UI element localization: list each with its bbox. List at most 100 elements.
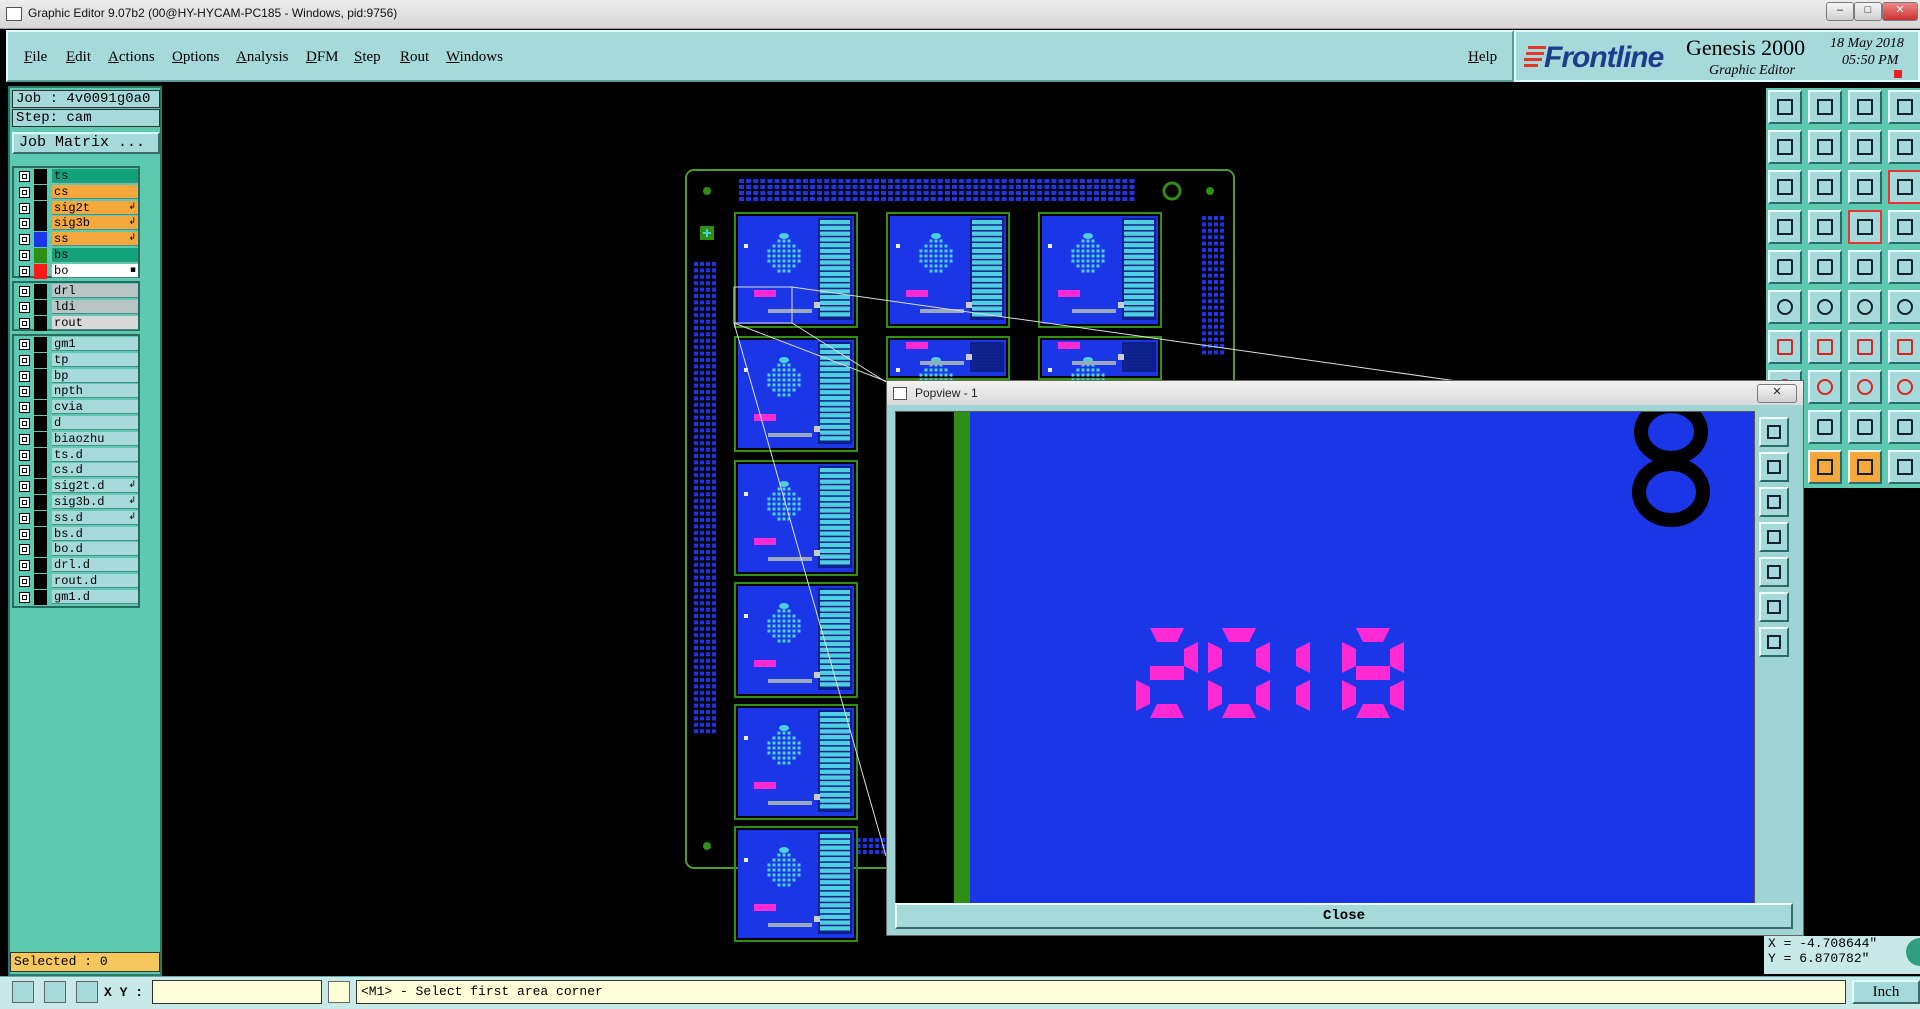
tool-button-icon[interactable] xyxy=(1768,250,1802,284)
layer-checkbox[interactable] xyxy=(19,266,30,277)
layer-checkbox[interactable] xyxy=(19,576,30,587)
tool-button-icon[interactable] xyxy=(1848,250,1882,284)
layer-row-ts[interactable]: ts xyxy=(14,169,138,184)
tool-button-icon[interactable] xyxy=(1888,90,1920,124)
layer-checkbox[interactable] xyxy=(19,302,30,313)
tool-button-icon[interactable] xyxy=(1848,410,1882,444)
tool-button-icon[interactable] xyxy=(1808,410,1842,444)
tool-button-icon[interactable] xyxy=(1768,130,1802,164)
layer-checkbox[interactable] xyxy=(19,418,30,429)
popview-tool-icon[interactable] xyxy=(1759,522,1789,552)
layer-row-sig2t.d[interactable]: sig2t.d↲ xyxy=(14,479,138,494)
tool-button-icon[interactable] xyxy=(1768,210,1802,244)
layer-checkbox[interactable] xyxy=(19,450,30,461)
layer-checkbox[interactable] xyxy=(19,203,30,214)
layer-name[interactable]: ts.d xyxy=(52,448,138,462)
layer-name[interactable]: sig2t↲ xyxy=(52,201,138,215)
layer-color-swatch[interactable] xyxy=(34,542,47,557)
layer-checkbox[interactable] xyxy=(19,434,30,445)
layer-row-ts.d[interactable]: ts.d xyxy=(14,448,138,463)
menu-windows[interactable]: Windows xyxy=(446,49,503,66)
layer-checkbox[interactable] xyxy=(19,355,30,366)
layer-name[interactable]: bs.d xyxy=(52,527,138,541)
layer-name[interactable]: drl.d xyxy=(52,558,138,572)
menu-analysis[interactable]: Analysis xyxy=(236,49,289,66)
xy-input[interactable] xyxy=(152,980,322,1004)
close-window-button[interactable]: ✕ xyxy=(1882,2,1918,21)
tool-button-icon[interactable] xyxy=(1808,170,1842,204)
menu-options[interactable]: Options xyxy=(172,49,220,66)
layer-color-swatch[interactable] xyxy=(34,495,47,510)
job-matrix-button[interactable]: Job Matrix ... xyxy=(12,132,160,154)
layer-row-bs.d[interactable]: bs.d xyxy=(14,527,138,542)
tool-button-icon[interactable] xyxy=(1768,330,1802,364)
layer-color-swatch[interactable] xyxy=(34,216,47,231)
menu-edit[interactable]: Edit xyxy=(66,49,91,66)
layer-name[interactable]: sig3b.d↲ xyxy=(52,495,138,509)
popview-title-bar[interactable]: Popview - 1 ✕ xyxy=(887,381,1803,405)
layer-name[interactable]: cvia xyxy=(52,400,138,414)
layer-color-swatch[interactable] xyxy=(34,590,47,605)
layer-name[interactable]: rout xyxy=(52,316,138,330)
popview-tool-icon[interactable] xyxy=(1759,627,1789,657)
layer-name[interactable]: d xyxy=(52,416,138,430)
layer-color-swatch[interactable] xyxy=(34,248,47,263)
layer-name[interactable]: sig2t.d↲ xyxy=(52,479,138,493)
window-title-bar[interactable]: Graphic Editor 9.07b2 (00@HY-HYCAM-PC185… xyxy=(0,0,1920,29)
layer-name[interactable]: ts xyxy=(52,169,138,183)
tool-button-icon[interactable] xyxy=(1888,130,1920,164)
tool-button-icon[interactable] xyxy=(1808,90,1842,124)
layer-name[interactable]: bo▪ xyxy=(52,264,138,278)
layer-row-bo[interactable]: bo▪ xyxy=(14,264,138,279)
layer-color-swatch[interactable] xyxy=(34,384,47,399)
layer-checkbox[interactable] xyxy=(19,386,30,397)
layer-row-ss.d[interactable]: ss.d↲ xyxy=(14,511,138,526)
layer-name[interactable]: gm1.d xyxy=(52,590,138,604)
layer-color-swatch[interactable] xyxy=(34,264,47,279)
layer-color-swatch[interactable] xyxy=(34,432,47,447)
tool-button-icon[interactable] xyxy=(1808,130,1842,164)
tool-button-icon[interactable] xyxy=(1848,450,1882,484)
tool-button-icon[interactable] xyxy=(1848,290,1882,324)
menu-file[interactable]: File xyxy=(24,49,47,66)
tool-button-icon[interactable] xyxy=(1888,210,1920,244)
layer-row-gm1.d[interactable]: gm1.d xyxy=(14,590,138,605)
tool-button-icon[interactable] xyxy=(1848,170,1882,204)
layer-color-swatch[interactable] xyxy=(34,448,47,463)
layer-checkbox[interactable] xyxy=(19,592,30,603)
tool-button-icon[interactable] xyxy=(1808,290,1842,324)
layer-name[interactable]: ss.d↲ xyxy=(52,511,138,525)
menu-help[interactable]: Help xyxy=(1468,49,1497,66)
layer-color-swatch[interactable] xyxy=(34,232,47,247)
layer-row-d[interactable]: d xyxy=(14,416,138,431)
tool-button-icon[interactable] xyxy=(1808,250,1842,284)
tool-button-icon[interactable] xyxy=(1848,130,1882,164)
tool-button-icon[interactable] xyxy=(1768,90,1802,124)
layer-row-ldi[interactable]: ldi xyxy=(14,300,138,315)
layer-row-rout[interactable]: rout xyxy=(14,316,138,331)
tool-button-icon[interactable] xyxy=(1808,330,1842,364)
layer-row-tp[interactable]: tp xyxy=(14,353,138,368)
layer-color-swatch[interactable] xyxy=(34,284,47,299)
tool-button-icon[interactable] xyxy=(1888,330,1920,364)
layer-name[interactable]: bp xyxy=(52,369,138,383)
tool-button-icon[interactable] xyxy=(1848,370,1882,404)
restore-button[interactable]: □ xyxy=(1854,2,1882,21)
minimize-button[interactable]: – xyxy=(1826,2,1854,21)
tool-button-icon[interactable] xyxy=(1848,90,1882,124)
popview-tool-icon[interactable] xyxy=(1759,487,1789,517)
layer-row-gm1[interactable]: gm1 xyxy=(14,337,138,352)
layer-row-cvia[interactable]: cvia xyxy=(14,400,138,415)
tool-button-icon[interactable] xyxy=(1808,450,1842,484)
snap-icon[interactable] xyxy=(12,981,34,1003)
tool-button-icon[interactable] xyxy=(1888,170,1920,204)
layer-checkbox[interactable] xyxy=(19,318,30,329)
layer-name[interactable]: ldi xyxy=(52,300,138,314)
layer-row-rout.d[interactable]: rout.d xyxy=(14,574,138,589)
units-button[interactable]: Inch xyxy=(1852,980,1920,1004)
layer-checkbox[interactable] xyxy=(19,218,30,229)
popview-window[interactable]: Popview - 1 ✕ Close xyxy=(886,380,1804,936)
popview-tool-icon[interactable] xyxy=(1759,557,1789,587)
layer-row-sig3b.d[interactable]: sig3b.d↲ xyxy=(14,495,138,510)
layer-checkbox[interactable] xyxy=(19,187,30,198)
